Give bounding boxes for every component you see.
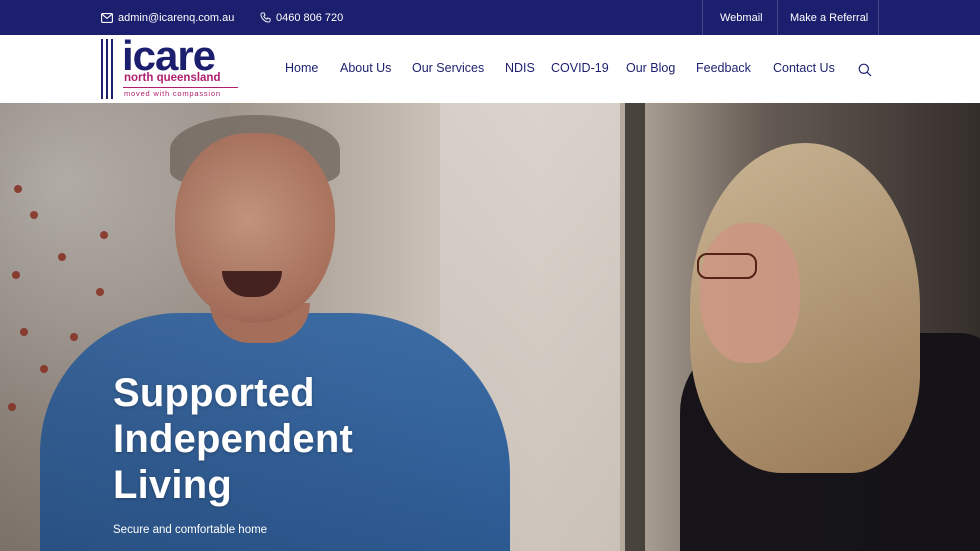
nav-contact-us[interactable]: Contact Us <box>773 61 835 75</box>
main-nav: Home About Us Our Services NDIS COVID-19… <box>0 35 980 103</box>
hero-heading-line: Living <box>113 463 232 507</box>
envelope-icon <box>101 12 113 23</box>
make-referral-link[interactable]: Make a Referral <box>790 0 868 35</box>
nav-ndis[interactable]: NDIS <box>505 61 535 75</box>
nav-our-services[interactable]: Our Services <box>412 61 484 75</box>
nav-about-us[interactable]: About Us <box>340 61 391 75</box>
hero-heading: Supported Independent Living <box>113 370 353 508</box>
email-link[interactable]: admin@icarenq.com.au <box>101 0 234 35</box>
nav-feedback[interactable]: Feedback <box>696 61 751 75</box>
hero-banner: Supported Independent Living Secure and … <box>0 103 980 551</box>
topbar-divider <box>878 0 879 35</box>
email-text: admin@icarenq.com.au <box>118 11 235 24</box>
phone-icon <box>260 12 271 23</box>
phone-link[interactable]: 0460 806 720 <box>260 0 343 35</box>
main-header: icare north queensland moved with compas… <box>0 32 980 103</box>
search-icon[interactable] <box>858 63 872 77</box>
hero-heading-line: Independent <box>113 417 353 461</box>
webmail-link[interactable]: Webmail <box>720 0 763 35</box>
top-contact-bar: admin@icarenq.com.au 0460 806 720 Webmai… <box>0 0 980 35</box>
topbar-divider <box>777 0 778 35</box>
topbar-divider <box>702 0 703 35</box>
nav-home[interactable]: Home <box>285 61 318 75</box>
nav-our-blog[interactable]: Our Blog <box>626 61 675 75</box>
hero-subtext: Secure and comfortable home <box>113 524 268 536</box>
hero-heading-line: Supported <box>113 371 315 415</box>
phone-text: 0460 806 720 <box>276 11 344 24</box>
nav-covid-19[interactable]: COVID-19 <box>551 61 609 75</box>
